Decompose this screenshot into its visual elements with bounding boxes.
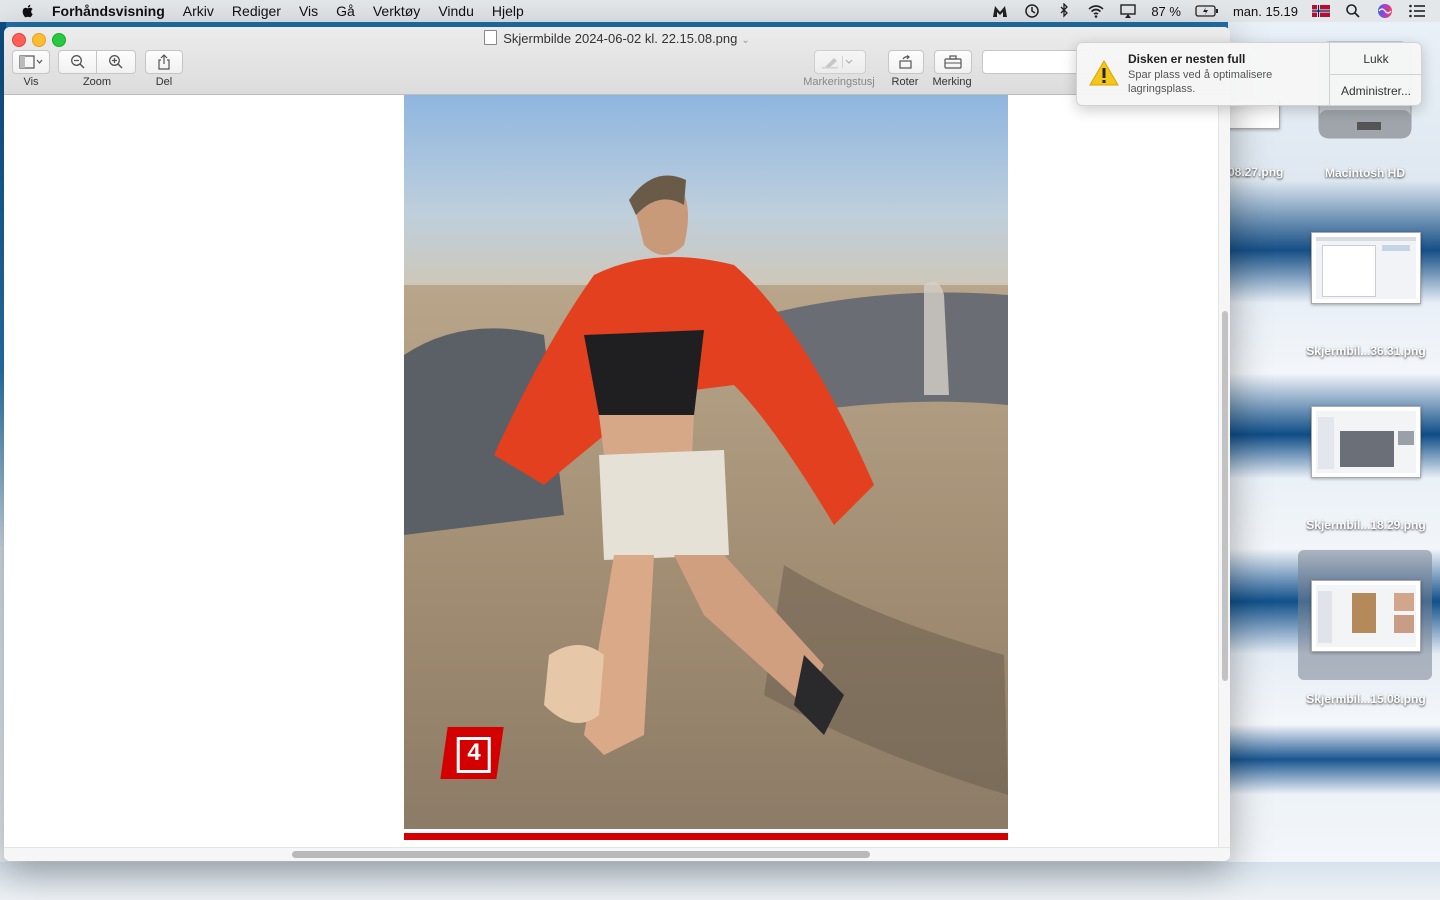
photo-image (404, 95, 1008, 829)
siri-icon[interactable] (1376, 3, 1394, 19)
zoom-in-button[interactable] (96, 50, 136, 74)
bluetooth-icon[interactable] (1055, 3, 1073, 19)
menu-app-name[interactable]: Forhåndsvisning (52, 3, 165, 19)
document-icon (484, 30, 498, 45)
notification-body: Spar plass ved å optimalisere lagringspl… (1128, 69, 1273, 95)
share-button[interactable] (145, 50, 183, 74)
desktop-screenshot-icon-selected[interactable]: Skjermbil...15.08.png (1296, 580, 1436, 706)
view-label: Vis (23, 76, 39, 88)
horizontal-scrollbar[interactable] (4, 847, 1230, 861)
zoom-out-button[interactable] (58, 50, 98, 74)
view-menu-button[interactable] (12, 50, 50, 74)
screenshot-label: Skjermbil...36.31.png (1306, 344, 1426, 358)
airplay-icon[interactable] (1119, 3, 1137, 19)
rotate-label: Roter (891, 76, 919, 88)
markup-label: Merking (932, 76, 972, 88)
menu-go[interactable]: Gå (336, 3, 355, 19)
zoom-in-icon (109, 55, 123, 69)
status-menus: 87 % man. 15.19 (991, 0, 1426, 22)
document-canvas: 4 (4, 95, 1216, 847)
norwegian-flag-icon[interactable] (1312, 3, 1330, 19)
disk-full-notification[interactable]: Disken er nesten full Spar plass ved å o… (1076, 42, 1422, 106)
close-notification-button[interactable]: Lukk (1330, 43, 1421, 75)
wifi-icon[interactable] (1087, 3, 1105, 19)
chevron-down-icon: ⌄ (741, 35, 750, 46)
menu-tools[interactable]: Verktøy (373, 3, 420, 19)
spotlight-search-icon[interactable] (1344, 3, 1362, 19)
menu-help[interactable]: Hjelp (492, 3, 524, 19)
sidebar-icon (19, 55, 43, 69)
rotate-icon (899, 55, 912, 69)
notification-center-icon[interactable] (1408, 3, 1426, 19)
preview-window: Skjermbilde 2024-06-02 kl. 22.15.08.png ⌄… (4, 27, 1230, 861)
red-divider-line (404, 833, 1008, 840)
menu-file[interactable]: Arkiv (183, 3, 214, 19)
battery-percentage[interactable]: 87 % (1151, 4, 1181, 19)
battery-charging-icon[interactable] (1195, 3, 1219, 19)
menu-window[interactable]: Vindu (438, 3, 474, 19)
zoom-out-icon (71, 55, 85, 69)
macintosh-hd-label: Macintosh HD (1324, 166, 1405, 180)
horizontal-scroll-thumb[interactable] (292, 851, 870, 858)
desktop-screenshot-icon[interactable]: Skjermbil...36.31.png (1296, 232, 1436, 358)
markup-pen-button[interactable] (814, 50, 866, 74)
time-machine-icon[interactable] (1023, 3, 1041, 19)
notification-actions: Lukk Administrer... (1329, 43, 1421, 105)
toolbox-icon (944, 55, 962, 69)
menu-bar: Forhåndsvisning Arkiv Rediger Vis Gå Ver… (0, 0, 1440, 22)
zoom-label: Zoom (82, 76, 112, 88)
markup-toolbar-button[interactable] (934, 50, 972, 74)
malwarebytes-icon[interactable] (991, 3, 1009, 19)
menu-view[interactable]: Vis (299, 3, 318, 19)
warning-icon (1089, 60, 1119, 86)
screenshot-thumbnail (1311, 406, 1421, 478)
vertical-scrollbar[interactable] (1218, 95, 1230, 847)
title-bar: Skjermbilde 2024-06-02 kl. 22.15.08.png ⌄… (4, 27, 1230, 95)
highlighter-icon (822, 56, 853, 69)
desktop-file-label: 08.27.png (1228, 165, 1284, 179)
screenshot-label: Skjermbil...15.08.png (1306, 692, 1426, 706)
markup-pen-label: Markeringstusj (803, 76, 875, 88)
screenshot-thumbnail (1311, 232, 1421, 304)
desktop-wallpaper-bottom (0, 862, 1440, 900)
screenshot-label: Skjermbil...18.29.png (1306, 518, 1426, 532)
rotate-button[interactable] (888, 50, 924, 74)
channel-logo-number: 4 (467, 739, 481, 766)
menu-clock[interactable]: man. 15.19 (1233, 4, 1298, 19)
vertical-scroll-thumb[interactable] (1222, 311, 1228, 681)
menu-edit[interactable]: Rediger (232, 3, 281, 19)
notification-title: Disken er nesten full (1128, 52, 1246, 66)
share-icon (158, 54, 170, 70)
share-label: Del (155, 76, 173, 88)
channel-logo-badge: 4 (440, 727, 504, 779)
window-title[interactable]: Skjermbilde 2024-06-02 kl. 22.15.08.png ⌄ (4, 30, 1230, 46)
desktop-screenshot-icon[interactable]: Skjermbil...18.29.png (1296, 406, 1436, 532)
screenshot-thumbnail (1311, 580, 1421, 652)
manage-storage-button[interactable]: Administrer... (1330, 75, 1421, 105)
desktop-file-icon[interactable]: 08.27.png (1222, 100, 1302, 179)
apple-menu-icon[interactable] (20, 3, 36, 19)
